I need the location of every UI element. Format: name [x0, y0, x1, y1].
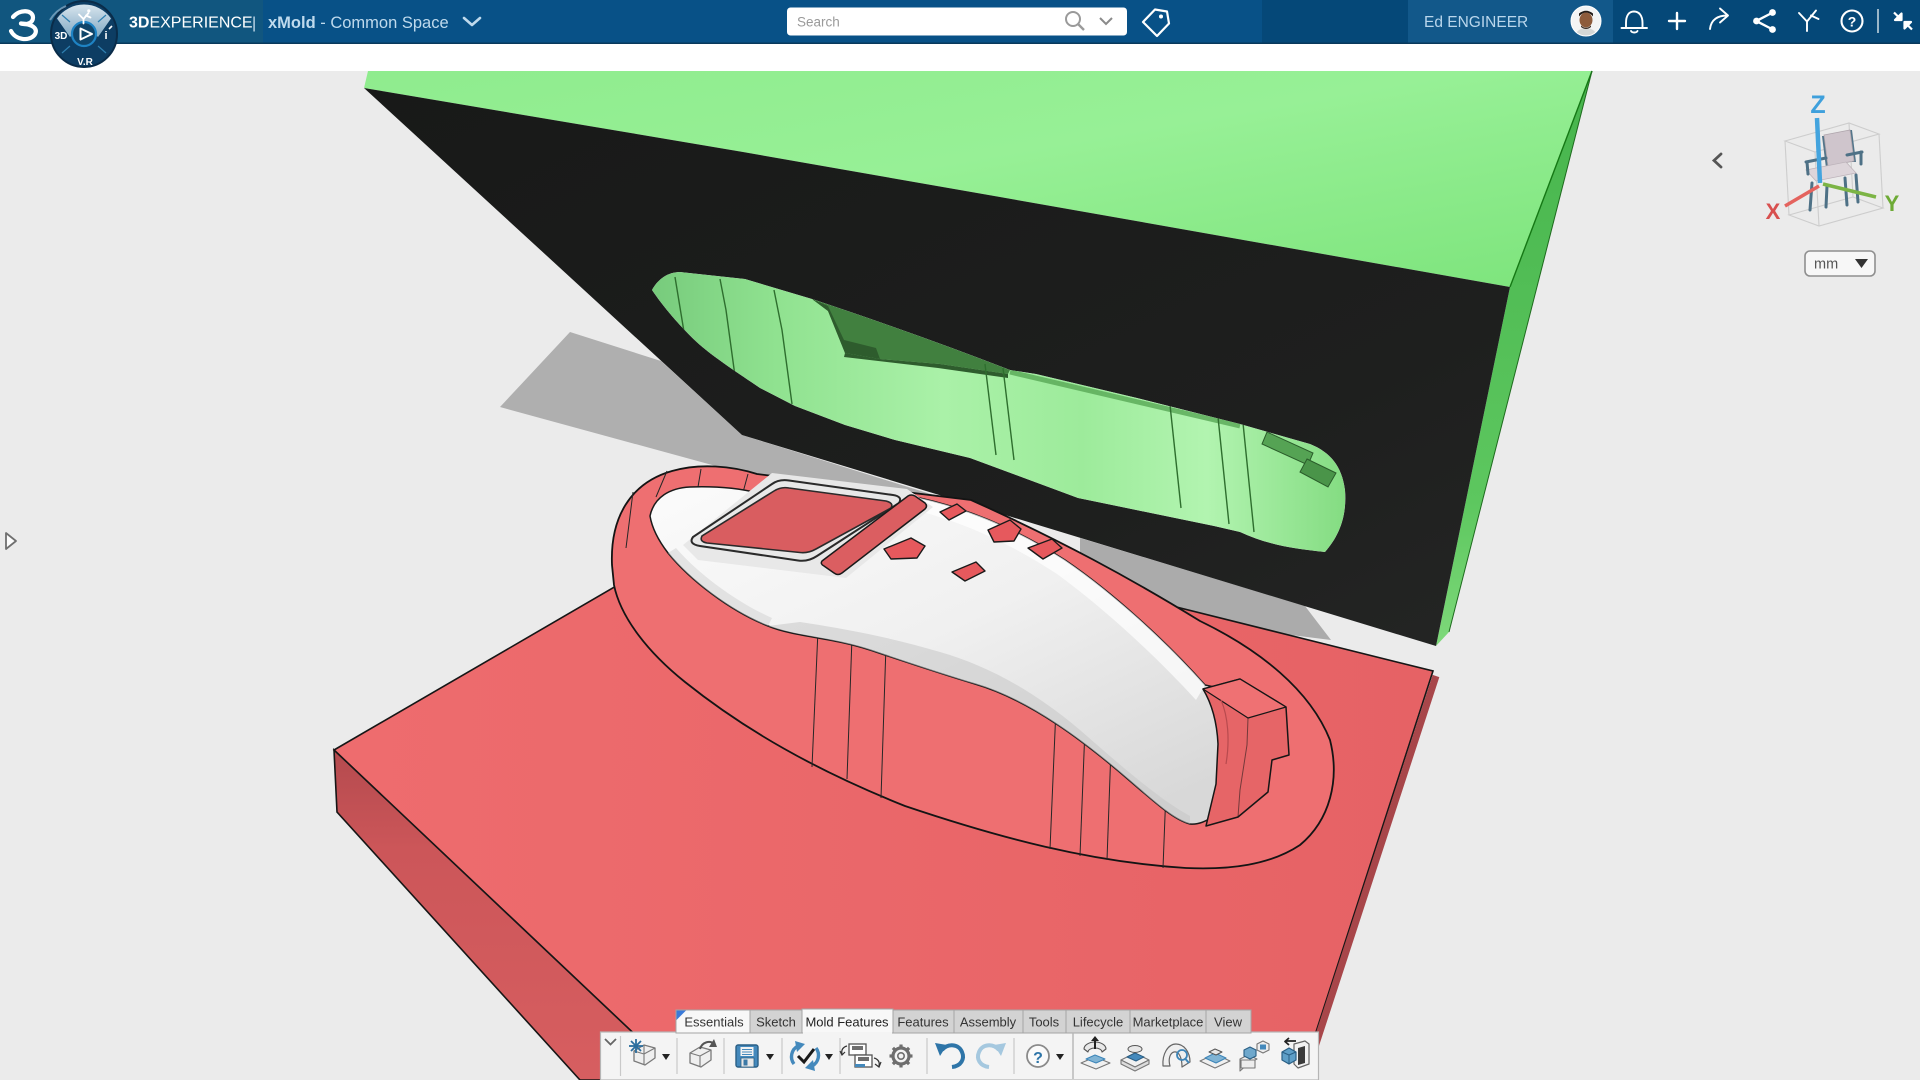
svg-text:mm: mm [1814, 257, 1838, 273]
svg-text:Mold Features: Mold Features [805, 1015, 889, 1030]
svg-text:Marketplace: Marketplace [1133, 1015, 1204, 1030]
svg-text:Sketch: Sketch [756, 1015, 796, 1030]
svg-text:Search: Search [797, 15, 840, 30]
svg-text:|: | [252, 15, 256, 32]
svg-text:Ed ENGINEER: Ed ENGINEER [1424, 14, 1528, 31]
svg-text:i: i [104, 30, 107, 42]
svg-text:xMold - Common Space: xMold - Common Space [268, 14, 449, 32]
svg-text:Essentials: Essentials [684, 1015, 744, 1030]
svg-text:X: X [1766, 199, 1781, 224]
svg-text:Lifecycle: Lifecycle [1073, 1015, 1124, 1030]
svg-text:?: ? [1033, 1050, 1043, 1067]
svg-text:Features: Features [897, 1015, 949, 1030]
svg-text:3DEXPERIENCE: 3DEXPERIENCE [129, 15, 253, 32]
svg-text:Z: Z [1810, 91, 1825, 119]
svg-text:Y: Y [1885, 191, 1900, 216]
svg-text:View: View [1214, 1015, 1243, 1030]
svg-text:V.R: V.R [77, 57, 94, 68]
svg-text:Tools: Tools [1029, 1015, 1060, 1030]
svg-text:Assembly: Assembly [960, 1015, 1017, 1030]
svg-text:3D: 3D [55, 31, 68, 42]
svg-text:?: ? [1848, 14, 1857, 30]
